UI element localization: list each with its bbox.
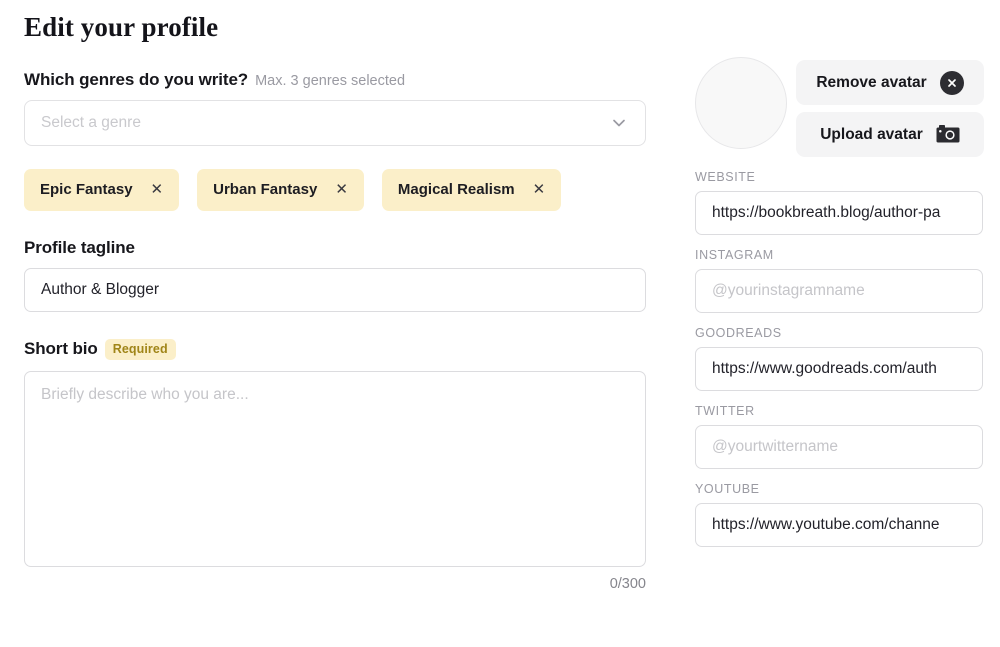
tagline-input[interactable]: Author & Blogger (24, 268, 646, 312)
page-title: Edit your profile (24, 0, 646, 43)
genres-hint: Max. 3 genres selected (255, 73, 405, 89)
genre-chip[interactable]: Magical Realism ✕ (382, 169, 561, 211)
avatar-section: Remove avatar Upload avatar (695, 0, 1000, 157)
genre-chip[interactable]: Epic Fantasy ✕ (24, 169, 179, 211)
selected-genres-list: Epic Fantasy ✕ Urban Fantasy ✕ Magical R… (24, 169, 646, 211)
bio-label-row: Short bio Required (24, 339, 646, 361)
instagram-input-placeholder: @yourinstagramname (712, 282, 865, 300)
bio-character-counter: 0/300 (24, 576, 646, 592)
profile-form-side-column: Remove avatar Upload avatar (695, 0, 1000, 547)
genres-field-block: Which genres do you write? Max. 3 genres… (24, 70, 646, 211)
upload-avatar-button[interactable]: Upload avatar (796, 112, 984, 157)
genre-chip-label: Urban Fantasy (213, 181, 317, 198)
remove-avatar-button[interactable]: Remove avatar (796, 60, 984, 105)
goodreads-input[interactable]: https://www.goodreads.com/auth (695, 347, 983, 391)
social-label-twitter: TWITTER (695, 404, 1000, 418)
tagline-input-value: Author & Blogger (41, 281, 159, 299)
avatar-actions: Remove avatar Upload avatar (796, 57, 984, 157)
close-icon[interactable]: ✕ (151, 182, 164, 197)
social-field-twitter: TWITTER @yourtwittername (695, 404, 1000, 469)
tagline-label-row: Profile tagline (24, 238, 646, 258)
profile-form-main-column: Edit your profile Which genres do you wr… (24, 0, 646, 592)
genre-select[interactable]: Select a genre (24, 100, 646, 146)
youtube-input[interactable]: https://www.youtube.com/channe (695, 503, 983, 547)
social-label-instagram: INSTAGRAM (695, 248, 1000, 262)
website-input-value: https://bookbreath.blog/author-pa (712, 204, 940, 222)
twitter-input-placeholder: @yourtwittername (712, 438, 838, 456)
bio-field-block: Short bio Required Briefly describe who … (24, 339, 646, 592)
genres-label-row: Which genres do you write? Max. 3 genres… (24, 70, 646, 90)
social-field-goodreads: GOODREADS https://www.goodreads.com/auth (695, 326, 1000, 391)
genre-select-placeholder: Select a genre (41, 114, 141, 132)
camera-icon (936, 124, 960, 146)
x-circle-icon (940, 71, 964, 95)
tagline-field-block: Profile tagline Author & Blogger (24, 238, 646, 312)
upload-avatar-label: Upload avatar (820, 126, 923, 144)
genre-chip[interactable]: Urban Fantasy ✕ (197, 169, 364, 211)
avatar[interactable] (695, 57, 787, 149)
goodreads-input-value: https://www.goodreads.com/auth (712, 360, 937, 378)
tagline-label: Profile tagline (24, 238, 135, 258)
social-label-website: WEBSITE (695, 170, 1000, 184)
bio-textarea[interactable]: Briefly describe who you are... (24, 371, 646, 567)
edit-profile-page: Edit your profile Which genres do you wr… (0, 0, 1000, 647)
social-field-website: WEBSITE https://bookbreath.blog/author-p… (695, 170, 1000, 235)
genres-question-label: Which genres do you write? (24, 70, 248, 90)
social-field-instagram: INSTAGRAM @yourinstagramname (695, 248, 1000, 313)
close-icon[interactable]: ✕ (335, 182, 348, 197)
genre-chip-label: Epic Fantasy (40, 181, 133, 198)
genre-chip-label: Magical Realism (398, 181, 515, 198)
instagram-input[interactable]: @yourinstagramname (695, 269, 983, 313)
youtube-input-value: https://www.youtube.com/channe (712, 516, 939, 534)
required-badge: Required (105, 339, 176, 360)
social-field-youtube: YOUTUBE https://www.youtube.com/channe (695, 482, 1000, 547)
social-label-goodreads: GOODREADS (695, 326, 1000, 340)
twitter-input[interactable]: @yourtwittername (695, 425, 983, 469)
social-label-youtube: YOUTUBE (695, 482, 1000, 496)
website-input[interactable]: https://bookbreath.blog/author-pa (695, 191, 983, 235)
chevron-down-icon[interactable] (609, 113, 629, 133)
close-icon[interactable]: ✕ (533, 182, 546, 197)
remove-avatar-label: Remove avatar (816, 74, 926, 92)
bio-label: Short bio (24, 339, 98, 359)
bio-textarea-placeholder: Briefly describe who you are... (41, 386, 249, 403)
